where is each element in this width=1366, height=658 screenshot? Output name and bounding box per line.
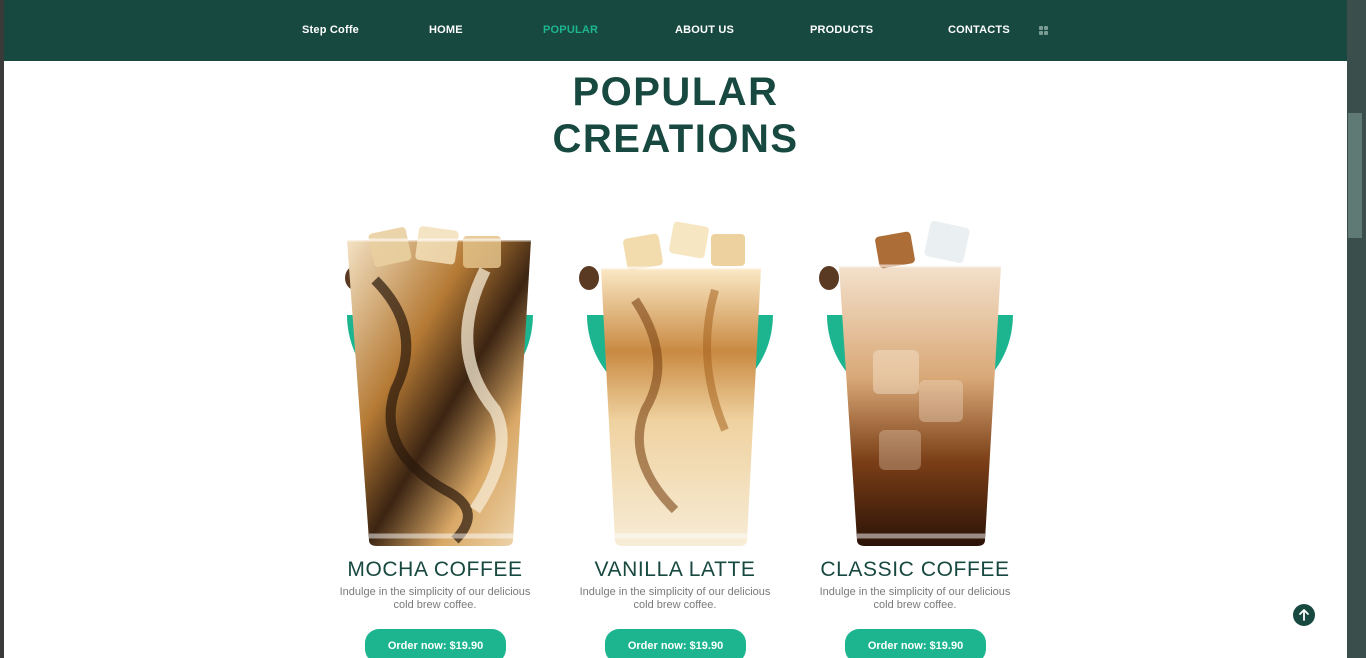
grid-icon[interactable]	[1039, 26, 1048, 35]
product-description: Indulge in the simplicity of our delicio…	[579, 586, 771, 611]
product-name: VANILLA LATTE	[594, 558, 756, 581]
section-title-line2: CREATIONS	[552, 117, 799, 161]
classic-coffee-image	[819, 220, 1013, 546]
page-viewport: Step Coffe HOME POPULAR ABOUT US PRODUCT…	[4, 0, 1347, 658]
order-button[interactable]: Order now: $19.90	[845, 629, 986, 658]
back-to-top-button[interactable]	[1293, 604, 1315, 626]
vanilla-latte-image	[579, 221, 773, 546]
mocha-coffee-image	[345, 226, 533, 546]
product-description: Indulge in the simplicity of our delicio…	[339, 586, 531, 611]
arrow-up-icon	[1299, 609, 1309, 621]
nav-home[interactable]: HOME	[429, 24, 463, 36]
product-description: Indulge in the simplicity of our delicio…	[819, 586, 1011, 611]
product-card-vanilla-latte: VANILLA LATTE Indulge in the simplicity …	[575, 210, 775, 658]
product-name: CLASSIC COFFEE	[820, 558, 1010, 581]
product-card-mocha: MOCHA COFFEE Indulge in the simplicity o…	[335, 210, 535, 658]
page-scrollbar-track[interactable]	[1347, 0, 1366, 658]
product-card-classic-coffee: CLASSIC COFFEE Indulge in the simplicity…	[815, 210, 1015, 658]
nav-popular[interactable]: POPULAR	[543, 24, 598, 36]
nav-products[interactable]: PRODUCTS	[810, 24, 873, 36]
order-button[interactable]: Order now: $19.90	[605, 629, 746, 658]
page-scrollbar-thumb[interactable]	[1348, 113, 1362, 238]
top-navbar: Step Coffe HOME POPULAR ABOUT US PRODUCT…	[4, 0, 1347, 61]
brand-logo[interactable]: Step Coffe	[302, 24, 359, 36]
section-title: POPULAR	[572, 70, 779, 114]
order-button[interactable]: Order now: $19.90	[365, 629, 506, 658]
nav-about-us[interactable]: ABOUT US	[675, 24, 734, 36]
product-name: MOCHA COFFEE	[347, 558, 523, 581]
nav-contacts[interactable]: CONTACTS	[948, 24, 1010, 36]
